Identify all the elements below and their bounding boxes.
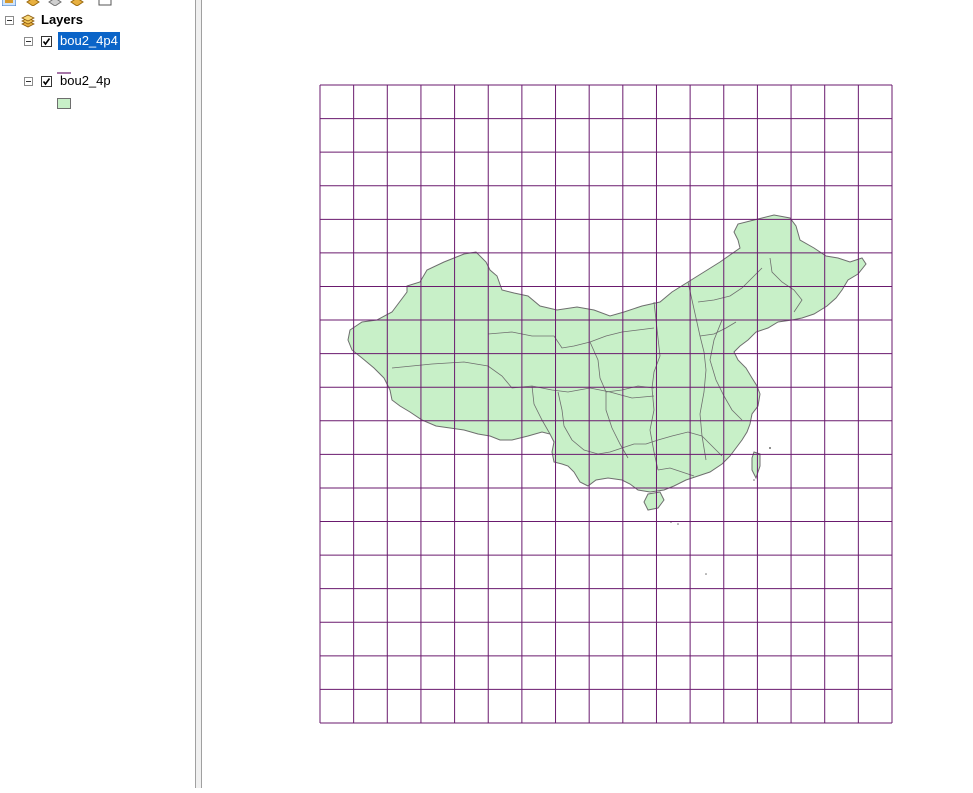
taiwan-island-polygon[interactable] (751, 451, 761, 480)
layer-name-bou2_4p4[interactable]: bou2_4p4 (58, 32, 120, 50)
layer-symbol-row-bou2_4p (0, 94, 190, 112)
list-by-visibility-icon[interactable] (48, 0, 62, 6)
options-icon[interactable] (98, 0, 112, 6)
layer-item-bou2_4p[interactable]: bou2_4p (0, 72, 190, 90)
layer-name-bou2_4p[interactable]: bou2_4p (60, 72, 111, 90)
table-of-contents-panel: Layers bou2_4p4 bou2_4p (0, 0, 196, 788)
layer-visibility-checkbox-bou2_4p4[interactable] (41, 36, 52, 47)
layers-icon (20, 12, 36, 28)
line-symbol-icon[interactable] (57, 61, 71, 74)
collapse-layer-bou2_4p4-toggle[interactable] (24, 37, 33, 46)
map-display[interactable] (202, 0, 973, 788)
layer-visibility-checkbox-bou2_4p[interactable] (41, 76, 52, 87)
list-by-drawing-order-icon[interactable] (1, 0, 17, 6)
collapse-layer-bou2_4p-toggle[interactable] (24, 77, 33, 86)
layer-item-bou2_4p4[interactable]: bou2_4p4 (0, 32, 190, 50)
list-by-selection-icon[interactable] (70, 0, 84, 6)
layer-symbol-row-bou2_4p4 (0, 52, 190, 74)
layers-root-label: Layers (41, 12, 83, 27)
collapse-layers-toggle[interactable] (5, 16, 14, 25)
list-by-source-icon[interactable] (26, 0, 40, 6)
tree-root-layers[interactable]: Layers (0, 11, 190, 29)
china-polygon-layer (347, 214, 867, 575)
map-canvas[interactable] (202, 0, 973, 788)
toc-toolbar (0, 0, 195, 6)
hainan-island-polygon[interactable] (643, 491, 665, 511)
polygon-symbol-icon[interactable] (57, 96, 71, 109)
